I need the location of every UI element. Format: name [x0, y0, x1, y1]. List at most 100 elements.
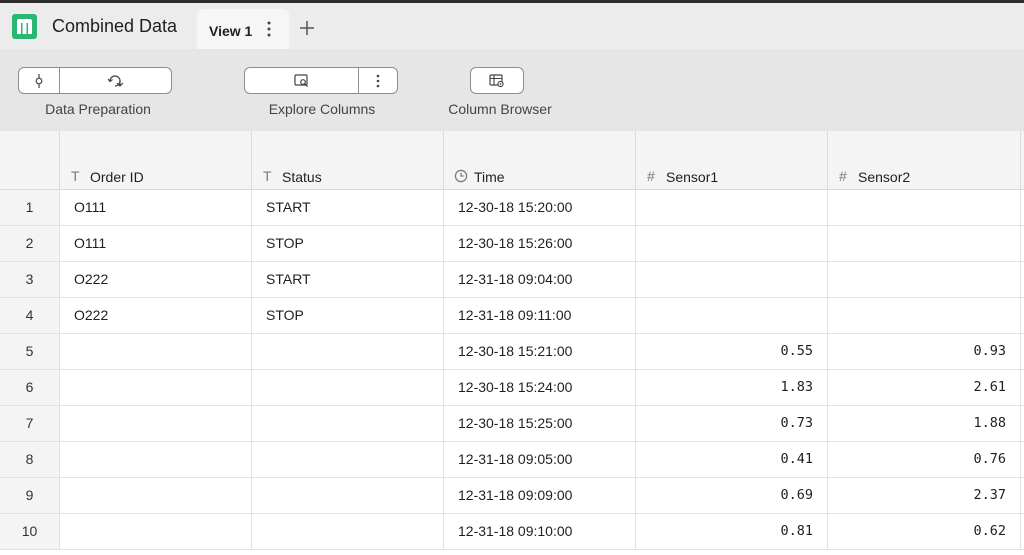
table-cell[interactable]	[828, 226, 1021, 261]
column-name: Status	[282, 169, 322, 185]
refresh-transform-icon	[107, 74, 123, 87]
commit-node-button[interactable]	[19, 68, 59, 93]
table-cell[interactable]: 12-31-18 09:05:00	[444, 442, 636, 477]
table-row[interactable]: 2 O111 STOP 12-30-18 15:26:00	[0, 226, 1024, 262]
tab-label: View 1	[209, 23, 253, 39]
table-cell[interactable]: 12-30-18 15:26:00	[444, 226, 636, 261]
table-cell[interactable]	[252, 442, 444, 477]
table-cell[interactable]: 12-30-18 15:21:00	[444, 334, 636, 369]
column-header-order-id[interactable]: T Order ID	[60, 131, 252, 190]
table-cell[interactable]: 12-30-18 15:20:00	[444, 190, 636, 225]
table-cell[interactable]: 12-31-18 09:10:00	[444, 514, 636, 549]
kebab-vertical-icon[interactable]	[261, 18, 277, 40]
table-cell[interactable]: 2.37	[828, 478, 1021, 513]
row-number: 5	[0, 334, 60, 369]
toolbar: Data Preparation Explore Columns Column …	[0, 49, 1024, 131]
table-row[interactable]: 8 12-31-18 09:05:00 0.41 0.76	[0, 442, 1024, 478]
row-number: 3	[0, 262, 60, 297]
number-type-icon: #	[647, 168, 655, 184]
table-cell[interactable]	[828, 298, 1021, 333]
table-cell[interactable]: O222	[60, 262, 252, 297]
table-cell[interactable]: 0.93	[828, 334, 1021, 369]
column-browser-button-segment	[471, 68, 523, 93]
table-row[interactable]: 6 12-30-18 15:24:00 1.83 2.61	[0, 370, 1024, 406]
table-cell[interactable]	[60, 406, 252, 441]
table-cell[interactable]: 0.76	[828, 442, 1021, 477]
table-cell[interactable]	[252, 370, 444, 405]
table-cell[interactable]	[636, 262, 828, 297]
row-number: 9	[0, 478, 60, 513]
table-cell[interactable]: 0.41	[636, 442, 828, 477]
row-number: 8	[0, 442, 60, 477]
text-type-icon: T	[263, 168, 272, 184]
column-header-sensor2[interactable]: # Sensor2	[828, 131, 1021, 190]
table-cell[interactable]	[60, 334, 252, 369]
row-number: 4	[0, 298, 60, 333]
table-row[interactable]: 10 12-31-18 09:10:00 0.81 0.62	[0, 514, 1024, 550]
table-cell[interactable]	[636, 226, 828, 261]
title-bar: Combined Data View 1	[0, 3, 1024, 52]
table-row[interactable]: 9 12-31-18 09:09:00 0.69 2.37	[0, 478, 1024, 514]
table-cell[interactable]: 1.88	[828, 406, 1021, 441]
table-cell[interactable]: O111	[60, 190, 252, 225]
table-cell[interactable]	[636, 298, 828, 333]
table-cell[interactable]: O111	[60, 226, 252, 261]
table-cell[interactable]	[60, 514, 252, 549]
table-cell[interactable]: 0.73	[636, 406, 828, 441]
table-cell[interactable]	[60, 370, 252, 405]
explore-columns-menu-button[interactable]	[358, 68, 397, 93]
plus-icon[interactable]	[296, 17, 318, 39]
column-name: Order ID	[90, 169, 144, 185]
column-header-sensor1[interactable]: # Sensor1	[636, 131, 828, 190]
table-cell[interactable]: START	[252, 190, 444, 225]
tab-view-1[interactable]: View 1	[197, 9, 289, 52]
row-number: 2	[0, 226, 60, 261]
table-cell[interactable]: 0.62	[828, 514, 1021, 549]
table-cell[interactable]: O222	[60, 298, 252, 333]
table-row[interactable]: 5 12-30-18 15:21:00 0.55 0.93	[0, 334, 1024, 370]
page-title: Combined Data	[52, 16, 178, 36]
table-cell[interactable]: STOP	[252, 298, 444, 333]
commit-node-icon	[35, 73, 43, 88]
data-preparation-button-group	[18, 67, 172, 94]
column-search-icon	[293, 73, 308, 87]
table-cell[interactable]	[828, 190, 1021, 225]
transform-button[interactable]	[59, 68, 171, 93]
table-cell[interactable]: 12-31-18 09:11:00	[444, 298, 636, 333]
table-row[interactable]: 3 O222 START 12-31-18 09:04:00	[0, 262, 1024, 298]
kebab-vertical-icon	[376, 74, 380, 87]
table-cell[interactable]: 12-31-18 09:04:00	[444, 262, 636, 297]
table-cell[interactable]	[60, 478, 252, 513]
table-row[interactable]: 4 O222 STOP 12-31-18 09:11:00	[0, 298, 1024, 334]
data-grid: T Order ID T Status Time # Sensor1 # Sen…	[0, 131, 1024, 555]
table-cell[interactable]	[252, 334, 444, 369]
table-cell[interactable]: 2.61	[828, 370, 1021, 405]
row-number: 1	[0, 190, 60, 225]
column-header-status[interactable]: T Status	[252, 131, 444, 190]
row-number-header	[0, 131, 60, 190]
table-cell[interactable]	[828, 262, 1021, 297]
text-type-icon: T	[71, 168, 80, 184]
table-cell[interactable]	[252, 406, 444, 441]
table-cell[interactable]: 0.69	[636, 478, 828, 513]
column-header-time[interactable]: Time	[444, 131, 636, 190]
table-cell[interactable]: 0.55	[636, 334, 828, 369]
column-browser-button[interactable]	[470, 67, 524, 94]
table-row[interactable]: 7 12-30-18 15:25:00 0.73 1.88	[0, 406, 1024, 442]
table-cell[interactable]: START	[252, 262, 444, 297]
table-cell[interactable]: STOP	[252, 226, 444, 261]
row-number: 6	[0, 370, 60, 405]
table-cell[interactable]: 0.81	[636, 514, 828, 549]
table-cell[interactable]: 12-30-18 15:25:00	[444, 406, 636, 441]
explore-columns-button[interactable]	[245, 68, 358, 93]
table-cell[interactable]: 12-31-18 09:09:00	[444, 478, 636, 513]
table-cell[interactable]	[636, 190, 828, 225]
table-cell[interactable]	[252, 514, 444, 549]
table-cell[interactable]: 12-30-18 15:24:00	[444, 370, 636, 405]
table-row[interactable]: 1 O111 START 12-30-18 15:20:00	[0, 190, 1024, 226]
table-cell[interactable]	[60, 442, 252, 477]
table-cell[interactable]: 1.83	[636, 370, 828, 405]
header-row: T Order ID T Status Time # Sensor1 # Sen…	[0, 131, 1024, 190]
app-logo-icon	[12, 14, 37, 39]
table-cell[interactable]	[252, 478, 444, 513]
